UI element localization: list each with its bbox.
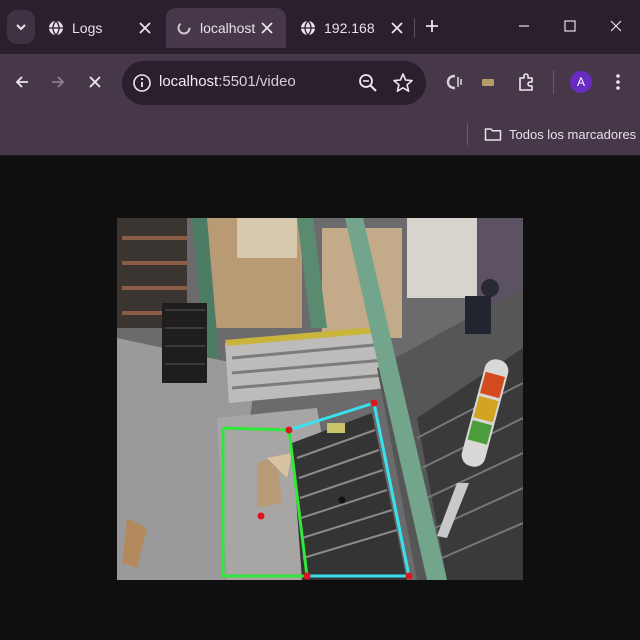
tab-search-button[interactable] bbox=[7, 10, 35, 44]
page-content bbox=[0, 157, 640, 640]
minimize-button[interactable] bbox=[512, 14, 536, 38]
bookmarks-bar: Todos los marcadores bbox=[0, 112, 640, 156]
profile-avatar[interactable]: A bbox=[570, 71, 592, 93]
toolbar: localhost:5501/video A bbox=[0, 54, 640, 112]
new-tab-button[interactable] bbox=[420, 14, 444, 38]
extension-c-icon bbox=[446, 74, 462, 90]
loading-icon bbox=[176, 20, 192, 36]
globe-icon bbox=[300, 20, 316, 36]
forward-button[interactable] bbox=[44, 68, 72, 96]
close-tab-icon[interactable] bbox=[136, 19, 154, 37]
extensions-menu-button[interactable] bbox=[512, 68, 540, 96]
bookmark-star-icon[interactable] bbox=[392, 72, 414, 94]
all-bookmarks-button[interactable]: Todos los marcadores bbox=[484, 123, 636, 145]
back-button[interactable] bbox=[8, 68, 36, 96]
zone-vertex bbox=[370, 399, 378, 407]
tab-logs[interactable]: Logs bbox=[48, 8, 164, 48]
url-path: :5501/video bbox=[218, 73, 296, 90]
puzzle-icon bbox=[519, 73, 533, 91]
video-stream[interactable] bbox=[117, 218, 523, 580]
stop-loading-button[interactable] bbox=[81, 68, 109, 96]
arrow-right-icon bbox=[52, 76, 65, 88]
extension-button[interactable] bbox=[440, 68, 468, 96]
maximize-button[interactable] bbox=[558, 14, 582, 38]
tab-separator bbox=[414, 18, 415, 38]
camera-frame bbox=[117, 218, 523, 580]
close-tab-icon[interactable] bbox=[388, 19, 406, 37]
close-icon bbox=[89, 76, 101, 88]
minimize-icon bbox=[519, 25, 529, 27]
zone-vertex bbox=[303, 572, 311, 580]
plus-icon bbox=[426, 20, 438, 32]
folder-icon bbox=[484, 128, 502, 141]
toolbar-separator bbox=[553, 70, 554, 94]
zone-vertex bbox=[285, 426, 293, 434]
bookmarks-separator bbox=[467, 123, 468, 145]
site-info-icon[interactable] bbox=[132, 73, 152, 93]
tab-localhost[interactable]: localhost: bbox=[166, 8, 286, 48]
close-window-button[interactable] bbox=[604, 14, 628, 38]
tab-title: Logs bbox=[72, 20, 103, 36]
extension-button[interactable] bbox=[474, 68, 502, 96]
tab-192-168[interactable]: 192.168.1 bbox=[300, 8, 410, 48]
url-text[interactable]: localhost:5501/video bbox=[159, 73, 296, 90]
url-host: localhost bbox=[159, 73, 219, 90]
zone-marker bbox=[338, 496, 346, 504]
tab-strip: Logs localhost: 192.168.1 bbox=[0, 0, 640, 54]
more-vertical-icon bbox=[616, 74, 620, 90]
zone-vertex bbox=[405, 572, 413, 580]
close-tab-icon[interactable] bbox=[258, 19, 276, 37]
zone-vertex bbox=[257, 512, 265, 520]
menu-button[interactable] bbox=[604, 68, 632, 96]
maximize-icon bbox=[564, 20, 576, 32]
all-bookmarks-label: Todos los marcadores bbox=[509, 126, 637, 142]
close-icon bbox=[610, 20, 622, 32]
zoom-icon[interactable] bbox=[358, 73, 378, 93]
tab-title: 192.168.1 bbox=[324, 20, 376, 36]
extension-tag-icon bbox=[482, 79, 494, 86]
chevron-down-icon bbox=[16, 24, 26, 31]
tab-title: localhost: bbox=[200, 20, 256, 36]
address-bar[interactable]: localhost:5501/video bbox=[122, 61, 426, 105]
arrow-left-icon bbox=[15, 76, 28, 88]
globe-icon bbox=[48, 20, 64, 36]
